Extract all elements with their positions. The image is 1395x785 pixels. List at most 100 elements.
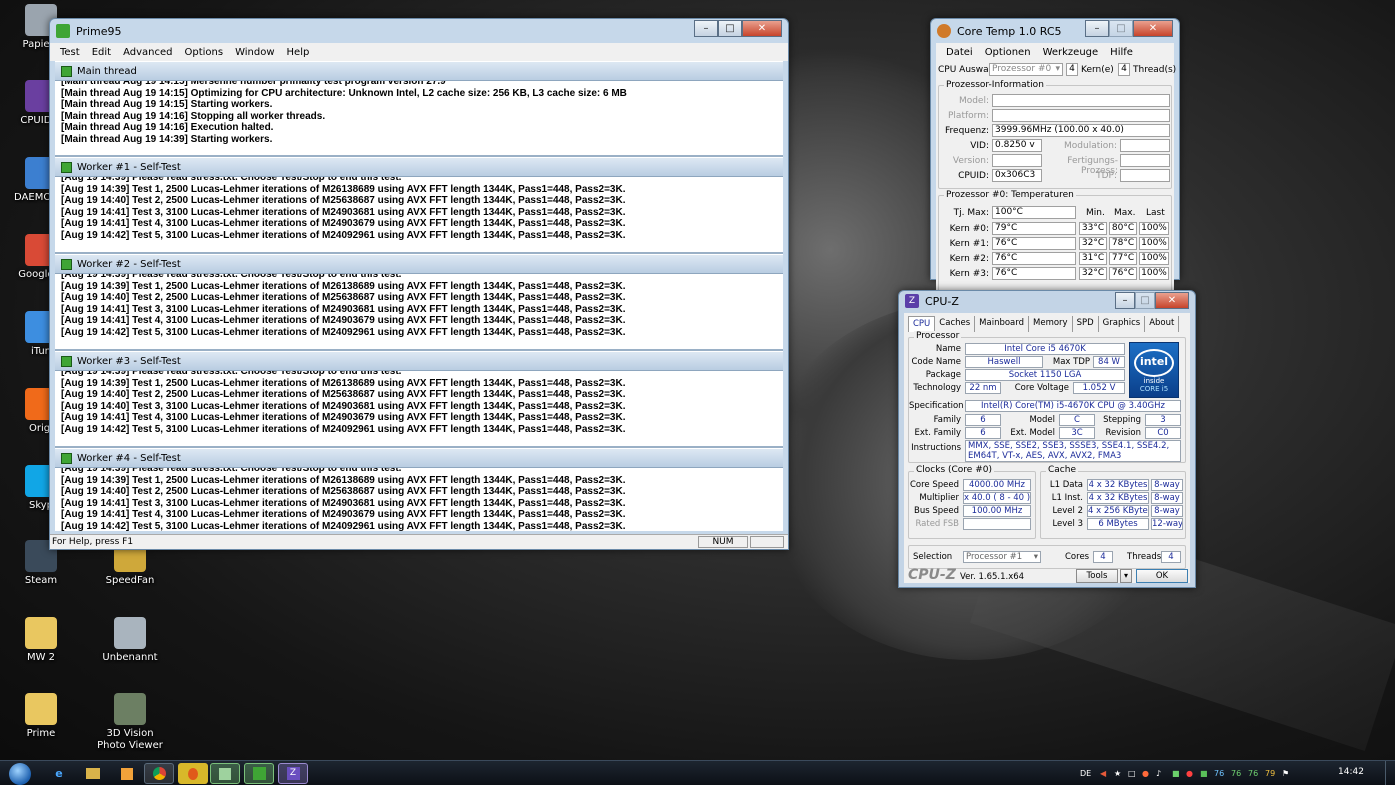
taskbar-prime95-button[interactable] — [244, 763, 274, 784]
worker-pane[interactable]: Worker #2 - Self-Test [Aug 19 14:39] Plea… — [55, 254, 783, 351]
ext-model-label: Ext. Model — [1010, 428, 1055, 438]
media-player-icon — [121, 767, 133, 780]
prime95-mdi-area: Main thread [Main thread Aug 19 14:15] M… — [55, 61, 783, 531]
log-line: [Aug 19 14:39] Test 1, 2500 Lucas-Lehmer… — [61, 377, 626, 389]
worker-header[interactable]: Worker #3 - Self-Test — [55, 351, 783, 371]
tab-memory[interactable]: Memory — [1029, 316, 1073, 332]
maximize-button[interactable]: □ — [718, 20, 742, 37]
menu-item-edit[interactable]: Edit — [86, 47, 117, 58]
tab-caches[interactable]: Caches — [935, 316, 976, 332]
tab-mainboard[interactable]: Mainboard — [975, 316, 1030, 332]
coretemp-window[interactable]: Core Temp 1.0 RC5 – □ ✕ Datei Optionen Wer… — [930, 18, 1180, 301]
cache-way-field: 8-way — [1151, 505, 1183, 517]
close-button[interactable]: ✕ — [1155, 292, 1189, 309]
taskbar-coretemp-button[interactable] — [178, 763, 208, 784]
model-label: Model: — [958, 96, 989, 106]
prime95-window-controls: – □ ✕ — [694, 20, 782, 37]
clocks-group: Clocks (Core #0) Core Speed 4000.00 MHz … — [908, 465, 1036, 539]
main-thread-header[interactable]: Main thread — [55, 61, 783, 81]
taskbar-chrome-button[interactable] — [144, 763, 174, 784]
tab-about[interactable]: About — [1145, 316, 1180, 332]
start-button[interactable] — [6, 761, 34, 785]
volume-icon[interactable]: ♪ — [1156, 769, 1172, 778]
menu-item-optionen[interactable]: Optionen — [979, 47, 1037, 58]
version-label: Ver. 1.65.1.x64 — [960, 572, 1025, 582]
core3-temp-tray[interactable]: 79 — [1265, 769, 1282, 778]
max-column-header: Max. — [1114, 208, 1136, 218]
tab-graphics[interactable]: Graphics — [1099, 316, 1146, 332]
show-desktop-button[interactable] — [1385, 761, 1395, 785]
menu-item-options[interactable]: Options — [178, 47, 229, 58]
minimize-button[interactable]: – — [1085, 20, 1109, 37]
core-max-field: 77°C — [1109, 252, 1137, 265]
menu-item-help[interactable]: Help — [281, 47, 316, 58]
technology-label: Technology — [913, 383, 961, 393]
menu-item-hilfe[interactable]: Hilfe — [1104, 47, 1139, 58]
network-icon[interactable]: □ — [1128, 769, 1142, 778]
core0-temp-tray[interactable]: 76 — [1214, 769, 1231, 778]
multiplier-field: x 40.0 ( 8 - 40 ) — [963, 492, 1031, 504]
close-button[interactable]: ✕ — [742, 20, 782, 37]
menu-item-datei[interactable]: Datei — [940, 47, 979, 58]
nvidia-tray-icon[interactable]: ■ — [1200, 769, 1214, 778]
prime95-window[interactable]: Prime95 – □ ✕ Test Edit Advanced Options Win… — [49, 18, 789, 550]
prime95-pane-icon — [61, 258, 72, 270]
vid-label: VID: — [970, 141, 989, 151]
menu-item-window[interactable]: Window — [229, 47, 280, 58]
close-button[interactable]: ✕ — [1133, 20, 1173, 37]
worker-header[interactable]: Worker #1 - Self-Test — [55, 157, 783, 177]
log-line: [Aug 19 14:41] Test 4, 3100 Lucas-Lehmer… — [61, 412, 626, 424]
worker-header[interactable]: Worker #2 - Self-Test — [55, 254, 783, 274]
selection-dropdown[interactable]: Processor #1 ▾ — [963, 551, 1041, 563]
core-load-field: 100% — [1139, 252, 1169, 265]
desktop-icon[interactable]: Unbenannt — [92, 617, 168, 664]
cores-label: Kern(e) — [1081, 65, 1114, 75]
antivirus-tray-icon[interactable]: ● — [1186, 769, 1200, 778]
coretemp-tray-icon[interactable]: ● — [1142, 769, 1156, 778]
desktop-icon[interactable]: 3D Vision Photo Viewer — [92, 693, 168, 752]
bus-speed-label: Bus Speed — [914, 506, 959, 516]
coretemp-window-controls: – □ ✕ — [1085, 20, 1173, 37]
minimize-button[interactable]: – — [694, 20, 718, 37]
taskbar-clock[interactable]: 14:42 — [1338, 767, 1364, 777]
language-indicator[interactable]: DE — [1080, 769, 1100, 778]
taskbar-cpuz-button[interactable]: Z — [278, 763, 308, 784]
log-line: [Aug 19 14:41] Test 4, 3100 Lucas-Lehmer… — [61, 509, 626, 521]
prime95-titlebar[interactable]: Prime95 — [50, 19, 788, 43]
worker-header[interactable]: Worker #4 - Self-Test — [55, 448, 783, 468]
desktop-icon[interactable]: MW 2 — [3, 617, 79, 664]
speedfan-tray-icon[interactable]: ■ — [1172, 769, 1186, 778]
worker-pane[interactable]: Worker #4 - Self-Test [Aug 19 14:39] Plea… — [55, 448, 783, 531]
tab-spd[interactable]: SPD — [1073, 316, 1099, 332]
log-line: [Aug 19 14:41] Test 3, 3100 Lucas-Lehmer… — [61, 206, 626, 218]
tray-arrow-icon[interactable]: ◀ — [1100, 769, 1114, 778]
taskbar-media-button[interactable] — [112, 763, 142, 784]
ok-button[interactable]: OK — [1136, 569, 1188, 583]
core-min-field: 32°C — [1079, 267, 1107, 280]
threads-label: Threads — [1127, 552, 1162, 562]
main-thread-pane[interactable]: Main thread [Main thread Aug 19 14:15] M… — [55, 61, 783, 157]
minimize-button[interactable]: – — [1115, 292, 1135, 309]
worker-pane[interactable]: Worker #3 - Self-Test [Aug 19 14:39] Plea… — [55, 351, 783, 448]
tools-dropdown-button[interactable]: ▾ — [1120, 569, 1132, 583]
action-center-flag-icon[interactable]: ⚑ — [1282, 769, 1296, 778]
tray-extra-icon[interactable]: ★ — [1114, 769, 1128, 778]
core-temp-field: 79°C — [992, 222, 1076, 235]
desktop-icon[interactable]: Prime — [3, 693, 79, 740]
core-load-field: 100% — [1139, 237, 1169, 250]
menu-item-advanced[interactable]: Advanced — [117, 47, 178, 58]
cpu-select-dropdown[interactable]: Prozessor #0 ▾ — [989, 63, 1063, 76]
core1-temp-tray[interactable]: 76 — [1231, 769, 1248, 778]
tools-button[interactable]: Tools — [1076, 569, 1118, 583]
worker-pane[interactable]: Worker #1 - Self-Test [Aug 19 14:39] Plea… — [55, 157, 783, 254]
menu-item-werkzeuge[interactable]: Werkzeuge — [1037, 47, 1105, 58]
taskbar-explorer-button[interactable] — [78, 763, 108, 784]
intel-inside-logo: intel inside CORE i5 — [1129, 342, 1179, 398]
menu-item-test[interactable]: Test — [54, 47, 86, 58]
taskbar-ie-button[interactable]: e — [44, 763, 74, 784]
frequency-field: 3999.96MHz (100.00 x 40.0) — [992, 124, 1170, 137]
core2-temp-tray[interactable]: 76 — [1248, 769, 1265, 778]
cpuz-window[interactable]: Z CPU-Z – □ ✕ CPU Caches Mainboard Memory SP… — [898, 290, 1196, 588]
tab-cpu[interactable]: CPU — [908, 316, 936, 332]
taskbar-speedfan-button[interactable] — [210, 763, 240, 784]
